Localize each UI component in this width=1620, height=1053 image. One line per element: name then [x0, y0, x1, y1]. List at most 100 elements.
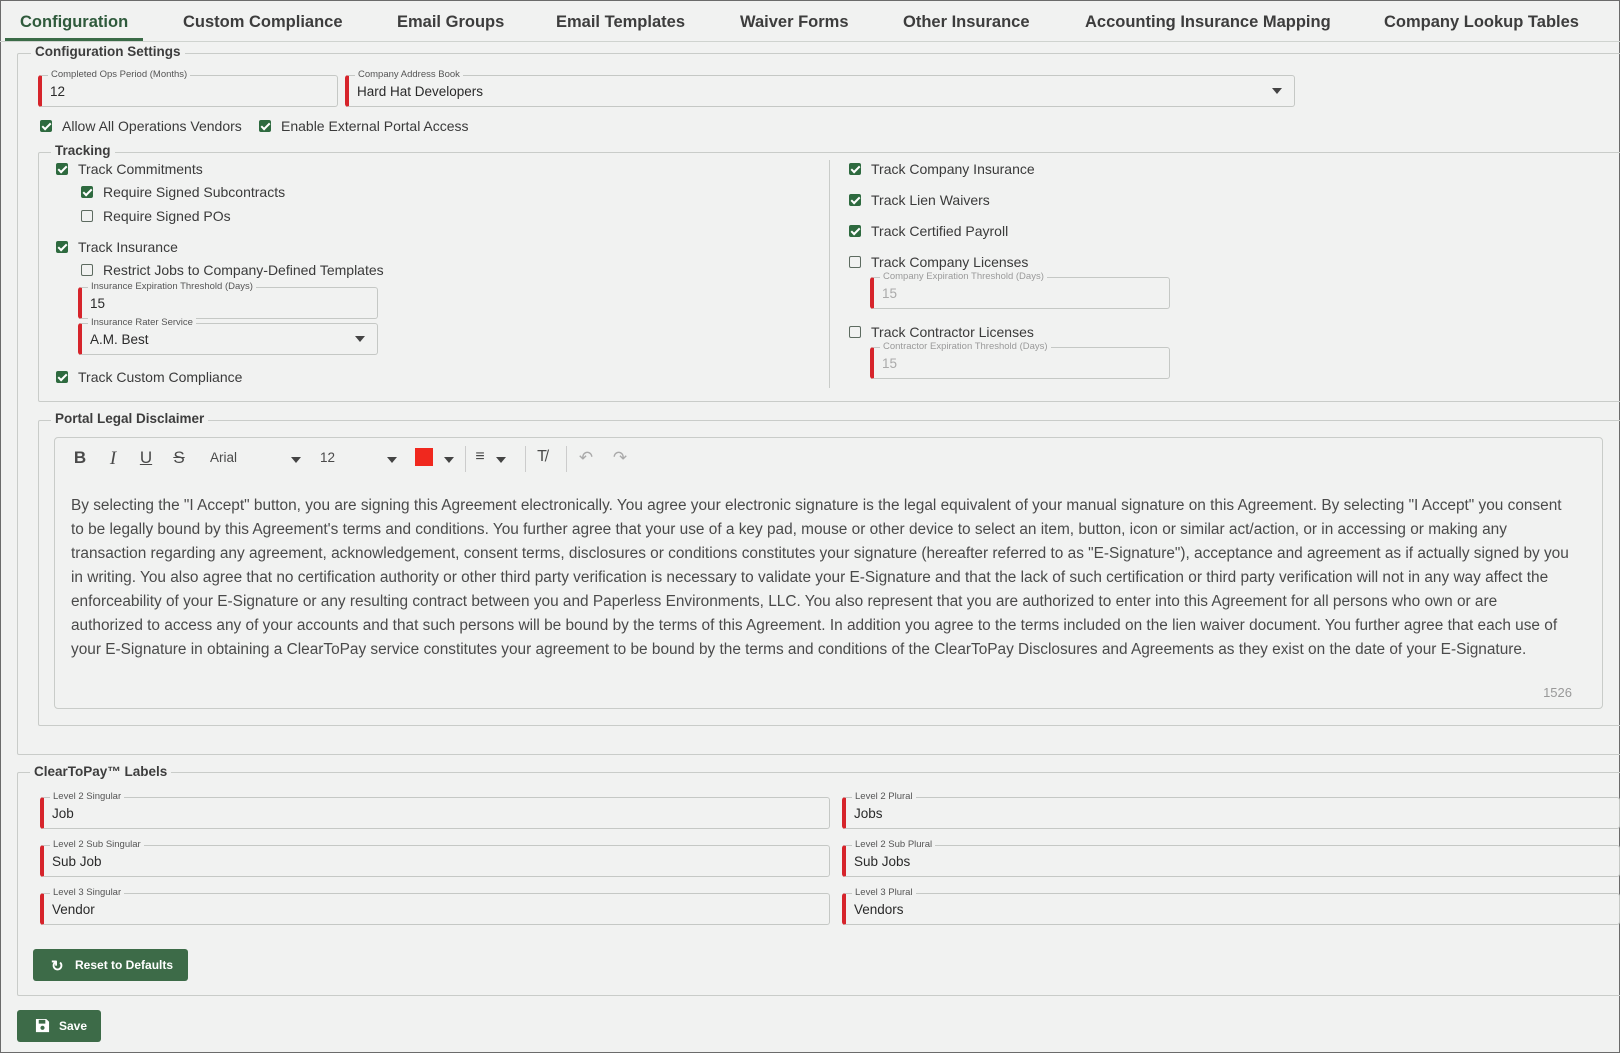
- tab-other-insurance[interactable]: Other Insurance: [903, 0, 1030, 42]
- field-value: A.M. Best: [90, 332, 149, 347]
- field-value: Jobs: [854, 806, 883, 821]
- require-signed-pos-checkbox[interactable]: Require Signed POs: [81, 208, 231, 224]
- redo-icon[interactable]: ↷: [609, 448, 631, 468]
- field-label: Insurance Expiration Threshold (Days): [88, 281, 256, 293]
- company-address-book-select[interactable]: Company Address Book Hard Hat Developers: [345, 69, 1295, 107]
- field-label: Contractor Expiration Threshold (Days): [880, 341, 1051, 353]
- chevron-down-icon: [387, 457, 397, 463]
- save-button[interactable]: Save: [17, 1010, 101, 1042]
- track-company-insurance-checkbox[interactable]: Track Company Insurance: [849, 161, 1035, 177]
- tab-waiver-forms[interactable]: Waiver Forms: [740, 0, 849, 42]
- field-value: 15: [882, 356, 898, 371]
- track-custom-compliance-checkbox[interactable]: Track Custom Compliance: [56, 369, 242, 385]
- checkbox-label: Enable External Portal Access: [281, 118, 469, 134]
- checkbox-unchecked-icon: [81, 264, 93, 276]
- field-value: 15: [882, 286, 898, 301]
- level-2-singular-field[interactable]: Level 2 Singular Job: [40, 791, 830, 829]
- level-2-sub-singular-field[interactable]: Level 2 Sub Singular Sub Job: [40, 839, 830, 877]
- field-value: 12: [50, 84, 66, 99]
- reset-to-defaults-button[interactable]: ↻ Reset to Defaults: [33, 949, 188, 981]
- field-label: Insurance Rater Service: [88, 317, 196, 329]
- text-color-swatch[interactable]: [415, 448, 433, 466]
- checkbox-label: Track Company Licenses: [871, 254, 1029, 270]
- align-left-icon[interactable]: ≡: [469, 448, 491, 466]
- configuration-settings-legend: Configuration Settings: [31, 44, 185, 59]
- completed-ops-period-field[interactable]: Completed Ops Period (Months) 12: [38, 69, 338, 107]
- font-size-select[interactable]: 12: [320, 450, 335, 465]
- tracking-column-divider: [829, 160, 830, 388]
- chevron-down-icon: [291, 457, 301, 463]
- cleartopay-labels-legend: ClearToPay™ Labels: [30, 764, 172, 779]
- contractor-expiration-threshold-field[interactable]: Contractor Expiration Threshold (Days) 1…: [870, 341, 1170, 379]
- field-label: Company Expiration Threshold (Days): [880, 271, 1047, 283]
- font-family-select[interactable]: Arial: [210, 450, 237, 465]
- field-label: Level 2 Sub Plural: [852, 839, 936, 851]
- track-contractor-licenses-checkbox[interactable]: Track Contractor Licenses: [849, 324, 1034, 340]
- checkbox-label: Track Lien Waivers: [871, 192, 990, 208]
- button-label: Save: [59, 1019, 88, 1033]
- checkbox-label: Track Custom Compliance: [78, 369, 243, 385]
- checkbox-label: Track Commitments: [78, 161, 203, 177]
- require-signed-subcontracts-checkbox[interactable]: Require Signed Subcontracts: [81, 184, 285, 200]
- tab-email-groups[interactable]: Email Groups: [397, 0, 504, 42]
- character-count: 1526: [1543, 685, 1572, 700]
- field-label: Completed Ops Period (Months): [48, 69, 191, 81]
- bold-icon[interactable]: B: [69, 448, 91, 468]
- field-label: Level 2 Sub Singular: [50, 839, 144, 851]
- level-2-plural-field[interactable]: Level 2 Plural Jobs: [842, 791, 1620, 829]
- checkbox-label: Restrict Jobs to Company-Defined Templat…: [103, 262, 384, 278]
- track-company-licenses-checkbox[interactable]: Track Company Licenses: [849, 254, 1028, 270]
- checkbox-unchecked-icon: [81, 210, 93, 222]
- portal-legal-disclaimer-legend: Portal Legal Disclaimer: [51, 411, 209, 426]
- track-commitments-checkbox[interactable]: Track Commitments: [56, 161, 203, 177]
- checkbox-checked-icon: [81, 186, 93, 198]
- disclaimer-text[interactable]: By selecting the "I Accept" button, you …: [71, 494, 1571, 662]
- track-certified-payroll-checkbox[interactable]: Track Certified Payroll: [849, 223, 1008, 239]
- tab-bar: Configuration Custom Compliance Email Gr…: [0, 0, 1620, 42]
- checkbox-label: Track Company Insurance: [871, 161, 1035, 177]
- chevron-down-icon: [355, 336, 365, 342]
- track-insurance-checkbox[interactable]: Track Insurance: [56, 239, 178, 255]
- chevron-down-icon: [444, 457, 454, 463]
- insurance-rater-service-select[interactable]: Insurance Rater Service A.M. Best: [78, 317, 378, 355]
- checkbox-checked-icon: [56, 241, 68, 253]
- clear-formatting-icon[interactable]: T̸: [531, 448, 553, 466]
- tab-company-lookup-tables[interactable]: Company Lookup Tables: [1384, 0, 1579, 42]
- toolbar-separator: [525, 446, 526, 472]
- underline-icon[interactable]: U: [135, 448, 157, 468]
- toolbar-separator: [566, 446, 567, 472]
- checkbox-label: Allow All Operations Vendors: [62, 118, 242, 134]
- strikethrough-icon[interactable]: S: [168, 448, 190, 468]
- field-value: Vendors: [854, 902, 904, 917]
- checkbox-checked-icon: [849, 225, 861, 237]
- company-expiration-threshold-field[interactable]: Company Expiration Threshold (Days) 15: [870, 271, 1170, 309]
- field-label: Level 3 Singular: [50, 887, 125, 899]
- enable-external-portal-checkbox[interactable]: Enable External Portal Access: [259, 118, 469, 134]
- checkbox-checked-icon: [849, 194, 861, 206]
- insurance-expiration-threshold-field[interactable]: Insurance Expiration Threshold (Days) 15: [78, 281, 378, 319]
- field-label: Level 2 Plural: [852, 791, 916, 803]
- undo-icon[interactable]: ↶: [575, 448, 597, 468]
- tab-configuration[interactable]: Configuration: [20, 0, 128, 42]
- checkbox-label: Track Insurance: [78, 239, 178, 255]
- level-3-plural-field[interactable]: Level 3 Plural Vendors: [842, 887, 1620, 925]
- restrict-jobs-checkbox[interactable]: Restrict Jobs to Company-Defined Templat…: [81, 262, 384, 278]
- field-label: Company Address Book: [355, 69, 463, 81]
- level-3-singular-field[interactable]: Level 3 Singular Vendor: [40, 887, 830, 925]
- field-value: Hard Hat Developers: [357, 84, 484, 99]
- allow-all-operations-vendors-checkbox[interactable]: Allow All Operations Vendors: [40, 118, 242, 134]
- field-label: Level 3 Plural: [852, 887, 916, 899]
- chevron-down-icon: [1272, 88, 1282, 94]
- field-value: 15: [90, 296, 106, 311]
- rich-text-editor[interactable]: B I U S Arial 12 ≡ T̸ ↶ ↷ By selecting t…: [54, 437, 1603, 709]
- tab-custom-compliance[interactable]: Custom Compliance: [183, 0, 343, 42]
- tab-accounting-insurance-mapping[interactable]: Accounting Insurance Mapping: [1085, 0, 1331, 42]
- button-label: Reset to Defaults: [75, 958, 174, 972]
- track-lien-waivers-checkbox[interactable]: Track Lien Waivers: [849, 192, 990, 208]
- italic-icon[interactable]: I: [102, 448, 124, 470]
- level-2-sub-plural-field[interactable]: Level 2 Sub Plural Sub Jobs: [842, 839, 1620, 877]
- field-value: Sub Jobs: [854, 854, 911, 869]
- checkbox-checked-icon: [56, 163, 68, 175]
- field-value: Job: [52, 806, 74, 821]
- tab-email-templates[interactable]: Email Templates: [556, 0, 685, 42]
